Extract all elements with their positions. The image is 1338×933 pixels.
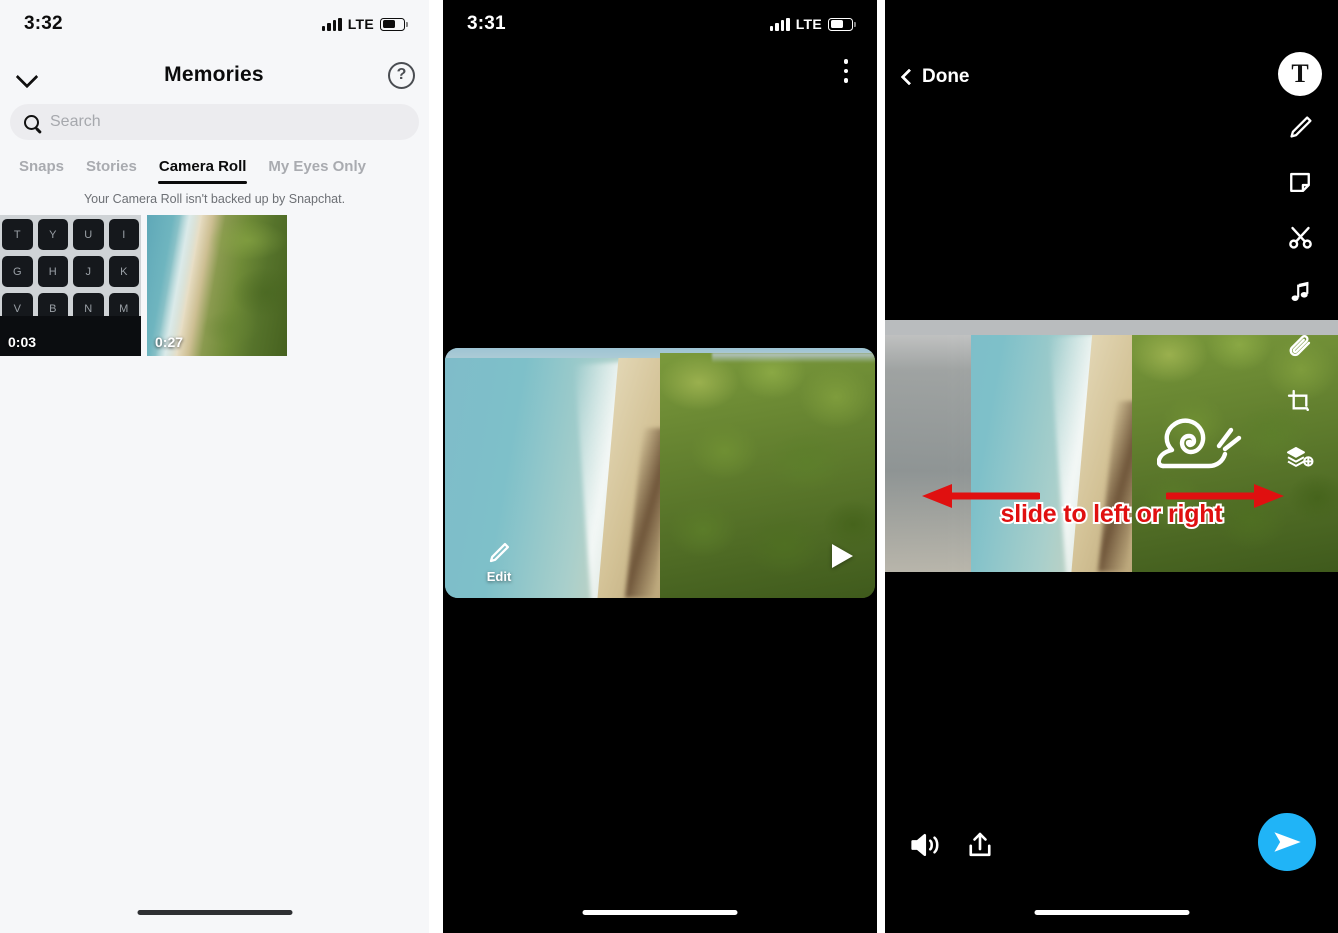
status-bar: 3:31 LTE xyxy=(443,0,877,48)
play-icon[interactable] xyxy=(832,544,853,568)
tab-snaps[interactable]: Snaps xyxy=(8,158,75,175)
key: K xyxy=(108,256,139,287)
chevron-down-icon[interactable] xyxy=(14,62,40,88)
home-indicator xyxy=(1034,910,1189,915)
top-letterbox-strip xyxy=(885,320,1338,336)
chevron-left-icon xyxy=(900,68,918,86)
tab-camera-roll[interactable]: Camera Roll xyxy=(148,158,258,184)
tab-my-eyes-only[interactable]: My Eyes Only xyxy=(257,158,377,175)
status-indicators: LTE xyxy=(321,16,408,32)
pencil-icon xyxy=(1286,113,1315,142)
panel-divider xyxy=(429,0,443,933)
more-vertical-icon[interactable] xyxy=(835,56,857,86)
editor-topbar: Done xyxy=(885,56,1338,98)
key: J xyxy=(73,256,104,287)
edit-button-label: Edit xyxy=(486,569,512,584)
share-upload-icon[interactable] xyxy=(965,830,995,860)
pencil-icon xyxy=(486,540,512,566)
scissors-icon xyxy=(1286,223,1315,252)
search-icon xyxy=(24,114,39,130)
three-panel-tutorial-screenshot: 3:32 LTE Memories ? Search Snaps Stories… xyxy=(0,0,1338,933)
status-time: 3:31 xyxy=(467,13,506,34)
memories-header: Memories ? xyxy=(0,52,429,98)
video-preview[interactable]: Edit xyxy=(445,348,875,598)
scissors-tool[interactable] xyxy=(1276,213,1324,261)
annotation-text: slide to left or right xyxy=(999,498,1225,530)
sticker-icon xyxy=(1286,168,1314,196)
tab-stories[interactable]: Stories xyxy=(75,158,148,175)
signal-bars-icon xyxy=(769,17,790,31)
status-bar: 3:32 LTE xyxy=(0,0,429,48)
crop-icon xyxy=(1286,388,1314,416)
key: Y xyxy=(37,219,68,250)
keyboard-video-thumbnail[interactable]: T Y U I G H J K V B N M 0:03 xyxy=(0,215,141,356)
signal-bars-icon xyxy=(321,17,342,31)
video-duration: 0:27 xyxy=(155,334,184,350)
desaturated-overflow-region xyxy=(885,320,972,572)
network-label: LTE xyxy=(795,16,822,32)
crop-tool[interactable] xyxy=(1276,378,1324,426)
video-duration: 0:03 xyxy=(8,334,37,350)
text-t-icon: T xyxy=(1291,59,1309,88)
send-button[interactable] xyxy=(1258,813,1316,871)
speaker-volume-icon[interactable] xyxy=(909,830,943,860)
done-button-label: Done xyxy=(922,66,970,87)
layers-add-icon xyxy=(1285,443,1315,471)
editor-tool-rail: T xyxy=(1276,52,1324,481)
help-glyph: ? xyxy=(396,66,407,83)
memories-tabs: Snaps Stories Camera Roll My Eyes Only xyxy=(0,150,429,184)
home-indicator xyxy=(137,910,292,915)
memories-screen-panel: 3:32 LTE Memories ? Search Snaps Stories… xyxy=(0,0,429,933)
battery-icon xyxy=(828,17,856,31)
home-indicator xyxy=(582,910,738,915)
status-time: 3:32 xyxy=(24,13,63,34)
key: I xyxy=(108,219,139,250)
video-preview-panel: 3:31 LTE Edit xyxy=(443,0,877,933)
key: H xyxy=(37,256,68,287)
search-input[interactable]: Search xyxy=(50,113,101,131)
camera-roll-grid: T Y U I G H J K V B N M 0:03 0:27 xyxy=(0,215,287,356)
beach-video-thumbnail[interactable]: 0:27 xyxy=(147,215,287,356)
question-mark-circle-icon[interactable]: ? xyxy=(388,61,415,89)
edit-button[interactable]: Edit xyxy=(469,540,529,584)
search-bar[interactable]: Search xyxy=(10,104,419,140)
battery-icon xyxy=(380,17,408,31)
send-paper-plane-icon xyxy=(1271,827,1303,857)
status-indicators: LTE xyxy=(769,16,856,32)
horizon-region xyxy=(711,353,875,363)
text-tool[interactable]: T xyxy=(1278,52,1322,96)
panel-divider xyxy=(877,0,885,933)
music-note-icon xyxy=(1287,279,1314,306)
editor-video-canvas[interactable]: slide to left or right xyxy=(885,320,1338,572)
key: U xyxy=(73,219,104,250)
done-button[interactable]: Done xyxy=(900,66,970,88)
backup-note: Your Camera Roll isn't backed up by Snap… xyxy=(83,192,346,206)
draw-tool[interactable] xyxy=(1276,103,1324,151)
key: G xyxy=(2,256,33,287)
page-title: Memories xyxy=(164,63,264,86)
paperclip-icon xyxy=(1286,333,1315,362)
snail-icon[interactable] xyxy=(1156,416,1245,476)
attach-tool[interactable] xyxy=(1276,323,1324,371)
key: T xyxy=(2,219,33,250)
video-editor-panel: Done T slide to left or right xyxy=(885,0,1338,933)
layers-tool[interactable] xyxy=(1276,433,1324,481)
music-tool[interactable] xyxy=(1276,268,1324,316)
network-label: LTE xyxy=(347,16,374,32)
sticker-tool[interactable] xyxy=(1276,158,1324,206)
